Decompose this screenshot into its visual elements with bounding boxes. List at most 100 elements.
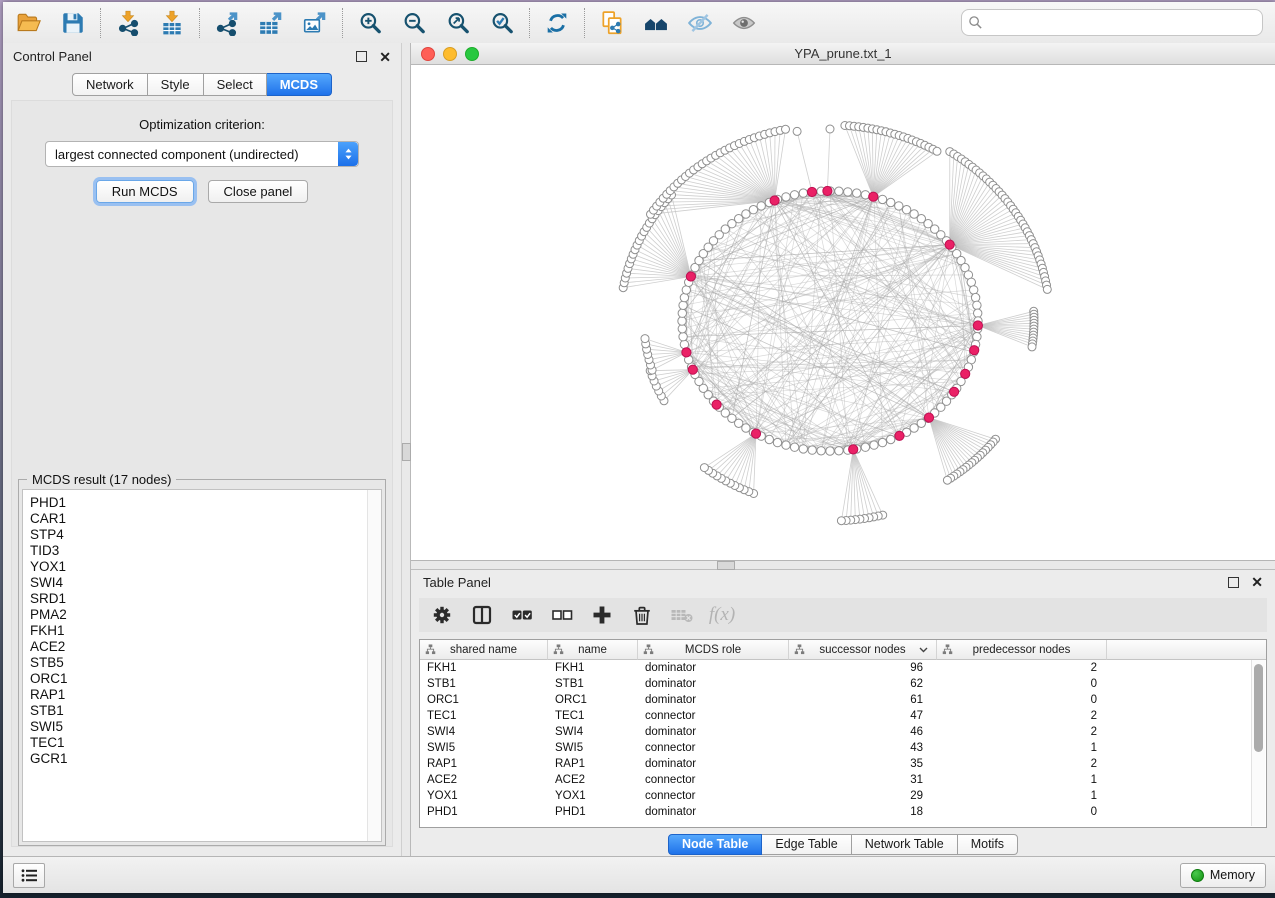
- result-node[interactable]: STB5: [30, 655, 381, 671]
- column-header[interactable]: name: [548, 640, 638, 660]
- show-all-button[interactable]: [722, 6, 766, 40]
- delete-table-button[interactable]: [669, 602, 695, 628]
- result-node[interactable]: FKH1: [30, 623, 381, 639]
- select-all-button[interactable]: [509, 602, 535, 628]
- table-tab-motifs[interactable]: Motifs: [958, 834, 1018, 855]
- function-builder-button[interactable]: f(x): [709, 602, 735, 628]
- table-row[interactable]: STB1STB1dominator620: [420, 676, 1266, 692]
- result-node[interactable]: PMA2: [30, 607, 381, 623]
- search-icon: [968, 15, 983, 30]
- table-row[interactable]: SWI4SWI4dominator462: [420, 724, 1266, 740]
- table-row[interactable]: ACE2ACE2connector311: [420, 772, 1266, 788]
- zoom-selected-button[interactable]: [480, 6, 524, 40]
- result-node[interactable]: GCR1: [30, 751, 381, 767]
- open-folder-icon: [16, 10, 42, 36]
- horizontal-splitter[interactable]: [411, 561, 1275, 570]
- run-mcds-button[interactable]: Run MCDS: [96, 180, 194, 203]
- column-header[interactable]: shared name: [420, 640, 548, 660]
- toolbar-separator: [100, 8, 101, 38]
- hide-selected-button[interactable]: [678, 6, 722, 40]
- tab-mcds[interactable]: MCDS: [267, 73, 332, 96]
- delete-column-button[interactable]: [629, 602, 655, 628]
- import-network-button[interactable]: [106, 6, 150, 40]
- network-canvas[interactable]: [411, 65, 1275, 560]
- result-node[interactable]: TEC1: [30, 735, 381, 751]
- tab-network[interactable]: Network: [72, 73, 148, 96]
- result-list-scrollbar[interactable]: [367, 490, 381, 841]
- table-mode-button[interactable]: [429, 602, 455, 628]
- table-row[interactable]: TEC1TEC1connector472: [420, 708, 1266, 724]
- float-panel-icon[interactable]: [356, 51, 367, 62]
- close-panel-button[interactable]: Close panel: [208, 180, 309, 203]
- scrollbar-thumb[interactable]: [1254, 664, 1263, 752]
- table-tab-node-table[interactable]: Node Table: [668, 834, 762, 855]
- control-panel: Control Panel ✕ NetworkStyleSelectMCDS O…: [3, 43, 402, 857]
- result-node[interactable]: SRD1: [30, 591, 381, 607]
- table-toolbar: f(x): [419, 598, 1267, 632]
- open-file-button[interactable]: [7, 6, 51, 40]
- close-panel-icon[interactable]: ✕: [379, 52, 391, 62]
- result-node[interactable]: SWI4: [30, 575, 381, 591]
- zoom-fit-icon: [445, 10, 471, 36]
- splitter-handle[interactable]: [402, 443, 411, 461]
- apply-layout-button[interactable]: [535, 6, 579, 40]
- node-table-header: shared namenameMCDS rolesuccessor nodesp…: [420, 640, 1266, 660]
- result-node[interactable]: SWI5: [30, 719, 381, 735]
- zoom-out-button[interactable]: [392, 6, 436, 40]
- control-panel-tabs: NetworkStyleSelectMCDS: [3, 73, 401, 96]
- show-column-button[interactable]: [469, 602, 495, 628]
- mcds-result-list[interactable]: PHD1CAR1STP4TID3YOX1SWI4SRD1PMA2FKH1ACE2…: [22, 489, 382, 842]
- table-row[interactable]: YOX1YOX1connector291: [420, 788, 1266, 804]
- table-row[interactable]: FKH1FKH1dominator962: [420, 660, 1266, 676]
- tab-style[interactable]: Style: [148, 73, 204, 96]
- search-field[interactable]: [961, 9, 1263, 36]
- column-header[interactable]: predecessor nodes: [937, 640, 1107, 660]
- result-node[interactable]: TID3: [30, 543, 381, 559]
- table-tab-network-table[interactable]: Network Table: [852, 834, 958, 855]
- new-column-button[interactable]: [589, 602, 615, 628]
- result-node[interactable]: ACE2: [30, 639, 381, 655]
- first-neighbors-button[interactable]: [634, 6, 678, 40]
- network-canvas-area[interactable]: [411, 65, 1275, 560]
- close-panel-icon[interactable]: ✕: [1251, 577, 1263, 587]
- result-node[interactable]: RAP1: [30, 687, 381, 703]
- task-history-button[interactable]: [13, 863, 45, 888]
- table-row[interactable]: ORC1ORC1dominator610: [420, 692, 1266, 708]
- table-row[interactable]: SWI5SWI5connector431: [420, 740, 1266, 756]
- float-panel-icon[interactable]: [1228, 577, 1239, 588]
- houses-icon: [643, 10, 669, 36]
- network-window-titlebar[interactable]: YPA_prune.txt_1: [411, 43, 1275, 65]
- optimization-criterion-select[interactable]: largest connected component (undirected): [45, 141, 359, 167]
- result-node[interactable]: STB1: [30, 703, 381, 719]
- tab-select[interactable]: Select: [204, 73, 267, 96]
- memory-button[interactable]: Memory: [1180, 863, 1266, 888]
- vertical-splitter[interactable]: [402, 43, 411, 857]
- search-input[interactable]: [983, 14, 1256, 31]
- table-row[interactable]: PHD1PHD1dominator180: [420, 804, 1266, 820]
- zoom-selected-icon: [489, 10, 515, 36]
- export-image-button[interactable]: [293, 6, 337, 40]
- export-image-icon: [302, 10, 328, 36]
- splitter-handle[interactable]: [717, 561, 735, 570]
- result-node[interactable]: YOX1: [30, 559, 381, 575]
- result-node[interactable]: STP4: [30, 527, 381, 543]
- table-row[interactable]: RAP1RAP1dominator352: [420, 756, 1266, 772]
- zoom-in-button[interactable]: [348, 6, 392, 40]
- toolbar-separator: [584, 8, 585, 38]
- result-node[interactable]: ORC1: [30, 671, 381, 687]
- table-tab-edge-table[interactable]: Edge Table: [762, 834, 851, 855]
- refresh-icon: [544, 10, 570, 36]
- memory-label: Memory: [1210, 868, 1255, 882]
- save-session-button[interactable]: [51, 6, 95, 40]
- export-table-button[interactable]: [249, 6, 293, 40]
- zoom-fit-button[interactable]: [436, 6, 480, 40]
- table-scrollbar[interactable]: [1251, 660, 1265, 826]
- export-network-button[interactable]: [205, 6, 249, 40]
- clone-network-button[interactable]: [590, 6, 634, 40]
- deselect-all-button[interactable]: [549, 602, 575, 628]
- column-header[interactable]: MCDS role: [638, 640, 789, 660]
- result-node[interactable]: PHD1: [30, 495, 381, 511]
- column-header[interactable]: successor nodes: [789, 640, 937, 660]
- result-node[interactable]: CAR1: [30, 511, 381, 527]
- import-table-button[interactable]: [150, 6, 194, 40]
